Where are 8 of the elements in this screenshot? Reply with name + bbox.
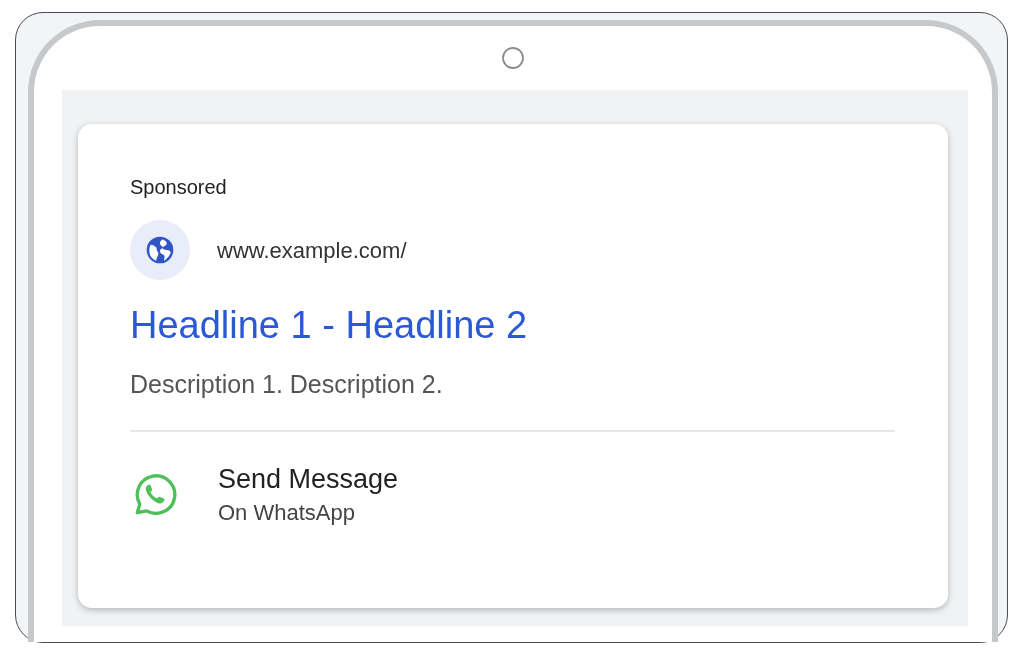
whatsapp-action[interactable]: Send Message On WhatsApp bbox=[130, 462, 895, 528]
action-title: Send Message bbox=[218, 463, 399, 496]
sponsored-label: Sponsored bbox=[130, 175, 228, 200]
ad-description: Description 1. Description 2. bbox=[130, 369, 444, 400]
ad-headline[interactable]: Headline 1 - Headline 2 bbox=[130, 302, 895, 348]
camera-icon bbox=[501, 46, 525, 70]
action-subtitle: On WhatsApp bbox=[218, 499, 356, 527]
ad-url[interactable]: www.example.com/ bbox=[217, 233, 407, 267]
